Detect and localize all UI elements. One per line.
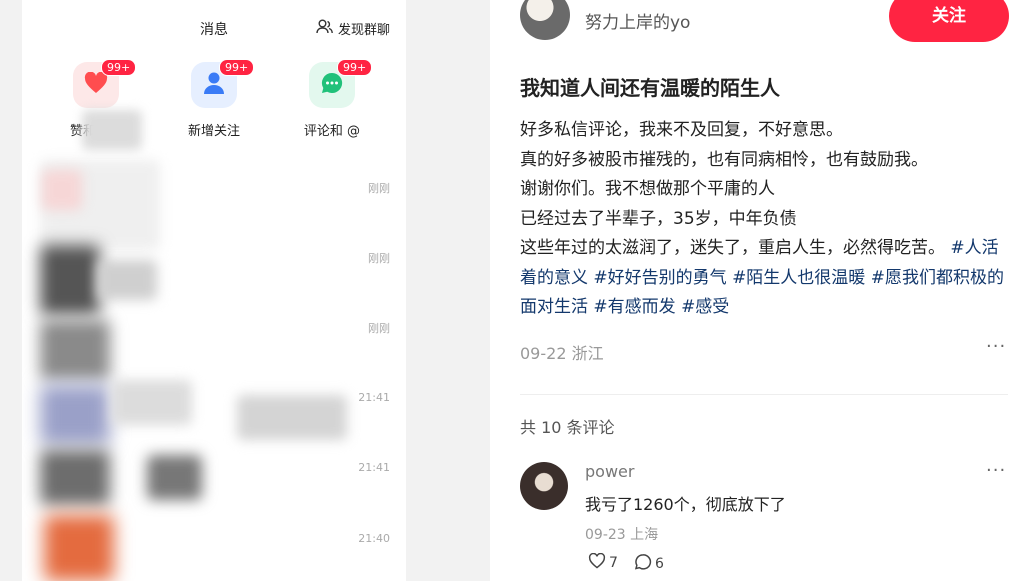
- messages-panel: 消息 发现群聊 99+ 赞和收藏 99+ 新增关注 99+ 评论和 @: [22, 0, 406, 581]
- author-name[interactable]: 努力上岸的yo: [585, 8, 690, 33]
- post-line: 已经过去了半辈子，35岁，中年负债: [520, 208, 797, 229]
- redacted-avatar: [40, 320, 110, 380]
- unread-badge: 99+: [219, 59, 255, 76]
- discover-label: 发现群聊: [337, 23, 390, 38]
- post-line: 谢谢你们。我不想做那个平庸的人: [520, 179, 775, 199]
- message-timestamp: 刚刚: [368, 182, 390, 195]
- redacted-avatar: [82, 110, 142, 150]
- post-detail-panel: 努力上岸的yo 关注 我知道人间还有温暖的陌生人 好多私信评论，我来不及回复，不…: [490, 0, 1034, 581]
- follow-button[interactable]: 关注: [889, 0, 1009, 42]
- redacted-text: [147, 455, 202, 500]
- comments-label: 评论和 @: [303, 124, 361, 139]
- redacted-avatar: [44, 515, 114, 581]
- user-icon: [203, 71, 225, 99]
- message-timestamp: 刚刚: [368, 322, 390, 335]
- hashtag-link[interactable]: #感受: [681, 297, 729, 317]
- divider: [520, 394, 1008, 395]
- comments-and-mentions-button[interactable]: 99+ 评论和 @: [284, 59, 380, 139]
- hashtag-link[interactable]: #有感而发: [593, 297, 675, 317]
- commenter-avatar[interactable]: [520, 462, 568, 510]
- redacted-text: [237, 395, 347, 440]
- post-date-location: 09-22 浙江: [520, 344, 604, 363]
- hashtag-link[interactable]: #陌生人也很温暖: [732, 268, 865, 288]
- message-timestamp: 21:40: [358, 532, 390, 545]
- hashtag-link[interactable]: #好好告别的勇气: [593, 268, 726, 288]
- likes-icon-tile: 99+: [73, 59, 137, 108]
- discover-group-chat-button[interactable]: 发现群聊: [316, 19, 390, 38]
- post-title: 我知道人间还有温暖的陌生人: [520, 76, 780, 100]
- message-timestamp: 刚刚: [368, 252, 390, 265]
- unread-badge: 99+: [337, 59, 373, 76]
- redacted-text: [112, 380, 192, 425]
- heart-outline-icon: [588, 552, 606, 573]
- redacted-avatar: [40, 245, 100, 315]
- redacted-text: [97, 260, 157, 300]
- post-line: 这些年过的太滋润了，迷失了，重启人生，必然得吃苦。: [520, 238, 945, 258]
- post-line: 好多私信评论，我来不及回复，不好意思。: [520, 120, 843, 140]
- message-timestamp: 21:41: [358, 391, 390, 404]
- post-line: 真的好多被股市摧残的，也有同病相怜，也有鼓励我。: [520, 149, 928, 170]
- unread-badge: 99+: [101, 59, 137, 76]
- message-timestamp: 21:41: [358, 461, 390, 474]
- like-count: 7: [609, 555, 618, 571]
- comment-like-button[interactable]: 7: [588, 552, 618, 573]
- followers-label: 新增关注: [187, 124, 240, 139]
- post-more-button[interactable]: ···: [986, 336, 1006, 357]
- redacted-avatar: [42, 170, 82, 210]
- commenter-name[interactable]: power: [585, 462, 634, 481]
- redacted-avatar: [40, 385, 110, 445]
- chat-bubble-icon: [634, 553, 652, 574]
- comment-text: 我亏了1260个，彻底放下了: [585, 495, 786, 514]
- post-body: 好多私信评论，我来不及回复，不好意思。 真的好多被股市摧残的，也有同病相怜，也有…: [520, 116, 1006, 323]
- redacted-avatar: [40, 450, 110, 505]
- chat-icon: [320, 71, 344, 99]
- user-group-icon: [316, 19, 333, 38]
- author-avatar[interactable]: [520, 0, 570, 40]
- comment-more-button[interactable]: ···: [986, 460, 1006, 481]
- heart-icon: [84, 71, 108, 98]
- comment-reply-button[interactable]: 6: [634, 553, 664, 574]
- followers-icon-tile: 99+: [191, 59, 255, 108]
- comment-date-location: 09-23 上海: [585, 527, 659, 543]
- new-followers-button[interactable]: 99+ 新增关注: [166, 59, 262, 139]
- reply-count: 6: [655, 555, 664, 572]
- comment-count: 共 10 条评论: [520, 418, 615, 437]
- comments-icon-tile: 99+: [309, 59, 373, 108]
